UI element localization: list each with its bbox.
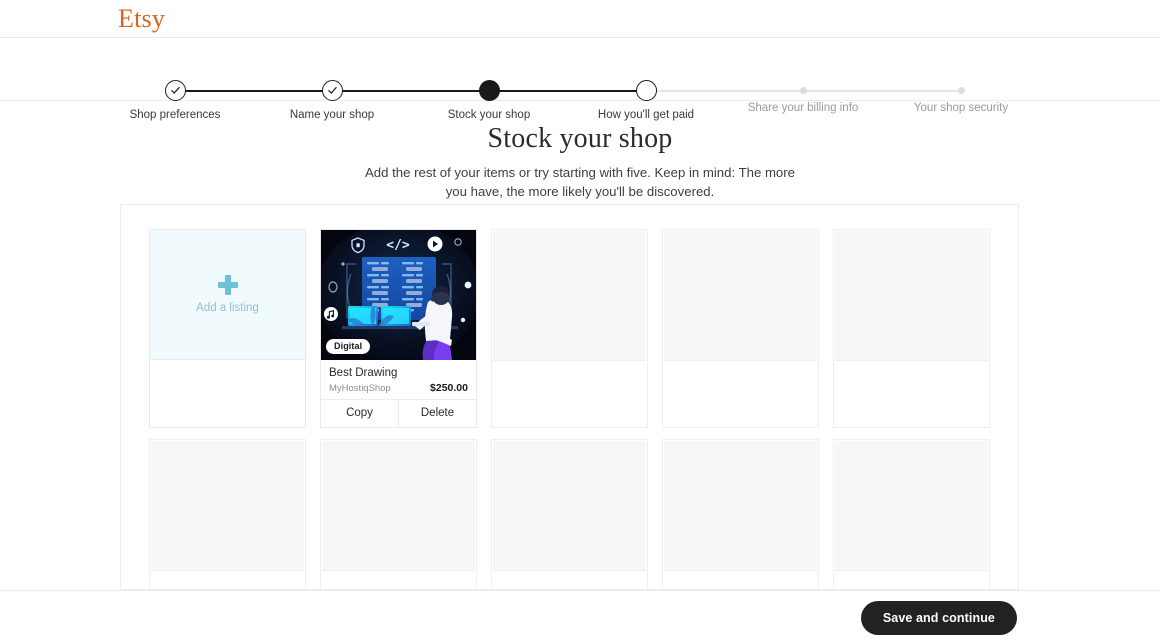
empty-slot-thumbnail (664, 441, 817, 571)
check-icon (164, 80, 186, 101)
stepper-step-6[interactable]: Your shop security (876, 38, 1046, 116)
empty-listing-slot (491, 439, 648, 589)
stepper-step-label: Share your billing info (747, 102, 859, 114)
pending-step-dot (799, 87, 807, 94)
music-note-icon (324, 307, 338, 321)
empty-slot-body (663, 572, 818, 589)
empty-listing-slot (662, 439, 819, 589)
empty-slot-thumbnail (835, 231, 988, 361)
empty-listing-slot (320, 439, 477, 589)
check-icon (321, 80, 343, 101)
empty-slot-thumbnail (493, 231, 646, 361)
add-listing-label: Add a listing (196, 302, 259, 314)
stepper-step-label: Name your shop (289, 109, 375, 121)
etsy-logo[interactable]: Etsy (118, 5, 165, 32)
delete-listing-button[interactable]: Delete (398, 399, 476, 427)
page-title: Stock your shop (487, 123, 673, 154)
listings-panel: Add a listing </> Digital Best Drawing M… (120, 204, 1019, 590)
copy-listing-button[interactable]: Copy (321, 399, 398, 427)
empty-listing-slot (833, 229, 990, 428)
empty-slot-body (492, 362, 647, 427)
listings-grid: Add a listing </> Digital Best Drawing M… (121, 205, 1018, 589)
listing-meta: Best Drawing MyHostiqShop $250.00 (321, 360, 476, 400)
add-listing-top: Add a listing (150, 230, 305, 360)
listing-meta-row: MyHostiqShop $250.00 (329, 382, 468, 394)
listing-thumbnail[interactable]: </> Digital (321, 230, 476, 360)
empty-slot-body (834, 572, 989, 589)
stepper-step-2[interactable]: Name your shop (247, 38, 417, 123)
digital-badge: Digital (326, 339, 371, 354)
empty-slot-body (834, 362, 989, 427)
stepper-track: Shop preferences Name your shop Stock your… (0, 38, 1160, 121)
onboarding-stepper: Shop preferences Name your shop Stock your… (0, 38, 1160, 121)
empty-slot-thumbnail (664, 231, 817, 361)
app-header: Etsy (0, 0, 1160, 38)
empty-slot-body (150, 572, 305, 589)
add-listing-bottom (150, 360, 305, 427)
footer-bar: Save and continue (0, 590, 1160, 639)
next-step-circle (635, 80, 657, 101)
stepper-step-label: Your shop security (913, 102, 1009, 114)
stepper-step-1[interactable]: Shop preferences (90, 38, 260, 123)
listing-title: Best Drawing (329, 367, 398, 379)
plus-icon (217, 275, 238, 295)
play-button-icon (427, 236, 443, 252)
listing-actions: Copy Delete (321, 399, 476, 427)
stepper-step-label: Stock your shop (447, 109, 531, 121)
empty-listing-slot (833, 439, 990, 589)
page-subtitle: Add the rest of your items or try starti… (365, 165, 795, 199)
empty-slot-thumbnail (322, 441, 475, 571)
add-listing-tile[interactable]: Add a listing (149, 229, 306, 428)
stepper-step-label: How you'll get paid (597, 109, 695, 121)
stepper-step-5[interactable]: Share your billing info (718, 38, 888, 116)
stepper-step-3[interactable]: Stock your shop (404, 38, 574, 123)
empty-slot-thumbnail (835, 441, 988, 571)
empty-slot-thumbnail (151, 441, 304, 571)
empty-slot-body (321, 572, 476, 589)
current-step-dot (478, 80, 500, 101)
pending-step-dot (957, 87, 965, 94)
stepper-step-4[interactable]: How you'll get paid (561, 38, 731, 123)
empty-listing-slot (149, 439, 306, 589)
empty-slot-thumbnail (493, 441, 646, 571)
listing-shop-name: MyHostiqShop (329, 382, 391, 394)
listing-price: $250.00 (430, 381, 468, 394)
listing-card[interactable]: </> Digital Best Drawing MyHostiqShop $2… (320, 229, 477, 428)
stepper-step-label: Shop preferences (129, 109, 221, 121)
code-brackets-icon: </> (386, 238, 410, 253)
save-and-continue-button[interactable]: Save and continue (860, 601, 1017, 635)
empty-listing-slot (491, 229, 648, 428)
empty-listing-slot (662, 229, 819, 428)
empty-slot-body (663, 362, 818, 427)
empty-slot-body (492, 572, 647, 589)
